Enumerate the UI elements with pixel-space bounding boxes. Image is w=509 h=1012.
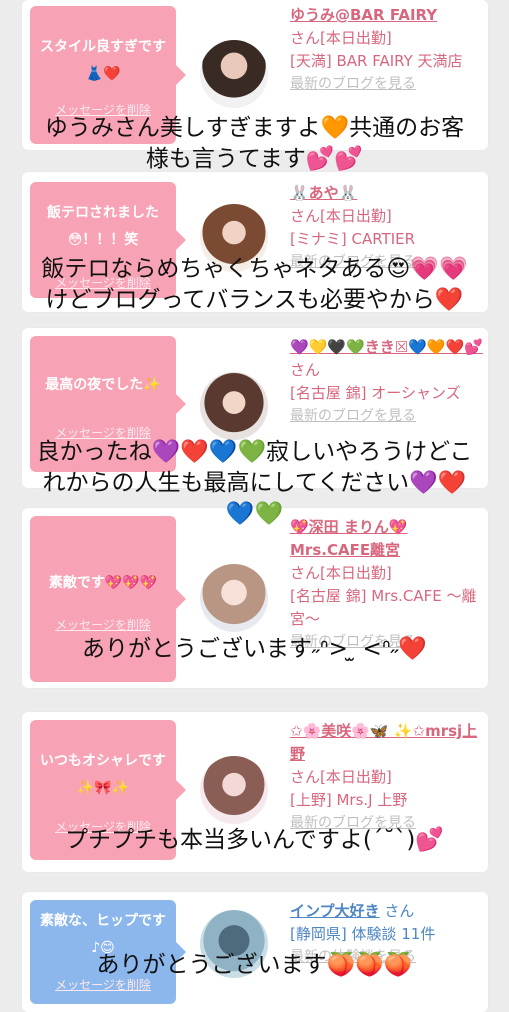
- area-review-count: [静岡県] 体験談 11件: [290, 925, 436, 943]
- caption-line: 様も言うてます💕💕: [145, 146, 364, 172]
- avatar[interactable]: [200, 564, 268, 632]
- caption-line: プチプチも本当多いんですよ(ˊ˘ˋ)💕: [65, 827, 444, 853]
- cast-name-link[interactable]: ✩🌸美咲🌸🦋 ✨✩mrsj上野: [290, 720, 486, 766]
- delete-message-link[interactable]: メッセージを削除: [30, 616, 176, 633]
- shop-name: [名古屋 錦] オーシャンズ: [290, 384, 461, 402]
- latest-blog-link[interactable]: 最新のブログを見る: [290, 405, 486, 428]
- cast-status: さん[本日出勤]: [290, 29, 392, 47]
- caption-line: ゆうみさん美しすぎますよ🧡共通のお客: [44, 115, 465, 141]
- avatar[interactable]: [200, 372, 268, 440]
- shop-name: [天満] BAR FAIRY 天満店: [290, 52, 463, 70]
- cast-status: さん[本日出勤]: [290, 207, 392, 225]
- caption-line: ありがとうございます˶ᐢ> ̫ <ᐢ˶❤️: [81, 636, 428, 662]
- user-suffix: さん: [384, 902, 415, 920]
- message-text: いつもオシャレです✨🎀✨: [40, 753, 166, 796]
- cast-info: ゆうみ@BAR FAIRY さん[本日出勤] [天満] BAR FAIRY 天満…: [290, 4, 486, 96]
- caption-line: 飯テロならめちゃくちゃネタある😍💗💗: [41, 256, 468, 282]
- cast-status: さん[本日出勤]: [290, 564, 392, 582]
- latest-blog-link[interactable]: 最新のブログを見る: [290, 73, 486, 96]
- message-text: 最高の夜でした✨: [45, 377, 161, 393]
- shop-name: [ミナミ] CARTIER: [290, 230, 416, 248]
- cast-status: さん[本日出勤]: [290, 768, 392, 786]
- message-text: 素敵です💖💖💖: [48, 575, 158, 591]
- message-text: 飯テロされました😳！！！笑: [47, 205, 159, 248]
- user-name-link[interactable]: インプ大好き: [290, 902, 380, 920]
- cast-status: さん: [290, 361, 321, 379]
- cast-info: ✩🌸美咲🌸🦋 ✨✩mrsj上野 さん[本日出勤] [上野] Mrs.J 上野 最…: [290, 720, 486, 835]
- cast-name-link[interactable]: 🐰あや🐰: [290, 182, 486, 205]
- cast-name-link[interactable]: 💜💛🖤💚きき☒💙🧡❤️💕: [290, 336, 486, 359]
- caption-line: けどブログってバランスも必要やから❤️: [45, 287, 464, 313]
- message-text: スタイル良すぎです👗❤️: [40, 39, 166, 82]
- caption-line: 良かったね💜❤️💙💚寂しいやろうけどこ: [36, 439, 473, 465]
- shop-name: [名古屋 錦] Mrs.CAFE 〜離宮〜: [290, 587, 477, 628]
- shop-name: [上野] Mrs.J 上野: [290, 791, 408, 809]
- cast-info: 💜💛🖤💚きき☒💙🧡❤️💕 さん [名古屋 錦] オーシャンズ 最新のブログを見る: [290, 336, 486, 428]
- caption-line: ありがとうございます🍑🍑🍑: [96, 952, 413, 978]
- avatar[interactable]: [200, 756, 268, 824]
- cast-name-link[interactable]: ゆうみ@BAR FAIRY: [290, 4, 486, 27]
- avatar[interactable]: [200, 40, 268, 108]
- caption-line: 💙💚: [225, 501, 284, 527]
- caption-line: れからの人生も最高にしてください💜❤️: [42, 470, 467, 496]
